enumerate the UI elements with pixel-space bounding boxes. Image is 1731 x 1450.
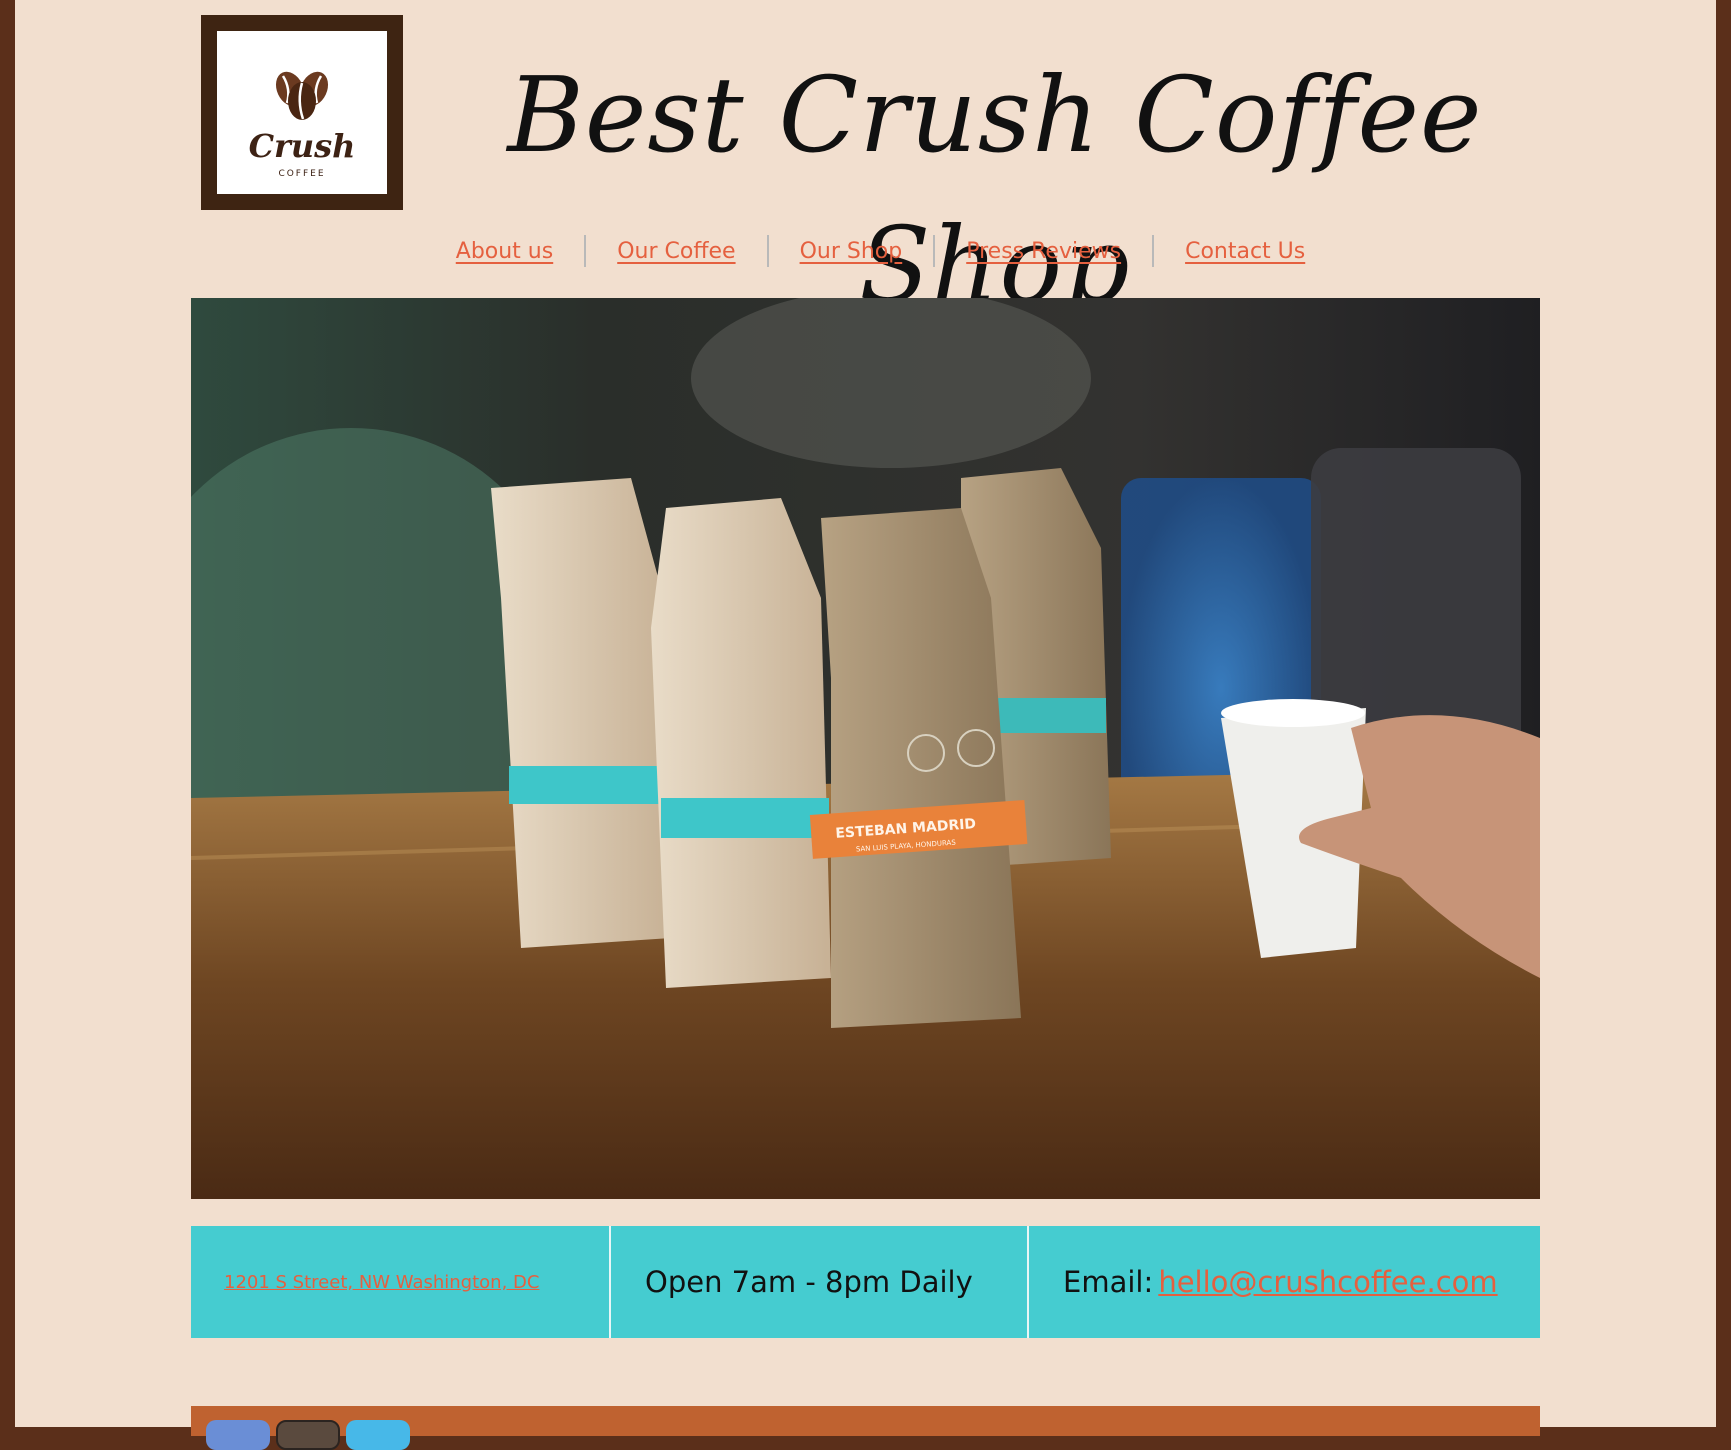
footer-bar <box>191 1406 1540 1450</box>
main-nav: About us Our Coffee Our Shop Press Revie… <box>15 235 1716 267</box>
nav-link-press-reviews[interactable]: Press Reviews <box>935 239 1152 264</box>
twitter-icon[interactable] <box>346 1420 410 1450</box>
contact-info-bar: 1201 S Street, NW Washington, DC Open 7a… <box>191 1226 1540 1338</box>
email-link[interactable]: hello@crushcoffee.com <box>1158 1265 1497 1299</box>
email-label: Email: <box>1063 1265 1154 1299</box>
coffee-bags-photo: ESTEBAN MADRID SAN LUIS PLAYA, HONDURAS <box>191 298 1540 1199</box>
site-title: Best Crush Coffee Shop <box>507 54 1483 326</box>
nav-link-our-shop[interactable]: Our Shop <box>769 239 934 264</box>
hero-image: ESTEBAN MADRID SAN LUIS PLAYA, HONDURAS <box>191 298 1540 1199</box>
logo-tagline: COFFEE <box>278 169 325 179</box>
address-cell: 1201 S Street, NW Washington, DC <box>191 1226 611 1338</box>
nav-link-about-us[interactable]: About us <box>425 239 584 264</box>
opening-hours: Open 7am - 8pm Daily <box>645 1265 973 1299</box>
coffee-bean-logo-icon: Crush COFFEE <box>249 71 356 179</box>
address-link[interactable]: 1201 S Street, NW Washington, DC <box>224 1272 539 1293</box>
page: Crush COFFEE Best Crush Coffee Shop Abou… <box>15 0 1716 1450</box>
nav-link-our-coffee[interactable]: Our Coffee <box>586 239 766 264</box>
logo-wordmark: Crush <box>249 127 356 165</box>
facebook-icon[interactable] <box>206 1420 270 1450</box>
instagram-icon[interactable] <box>276 1420 340 1450</box>
email-cell: Email: hello@crushcoffee.com <box>1029 1226 1540 1338</box>
hours-cell: Open 7am - 8pm Daily <box>611 1226 1029 1338</box>
nav-link-contact-us[interactable]: Contact Us <box>1154 239 1336 264</box>
logo[interactable]: Crush COFFEE <box>201 15 403 210</box>
